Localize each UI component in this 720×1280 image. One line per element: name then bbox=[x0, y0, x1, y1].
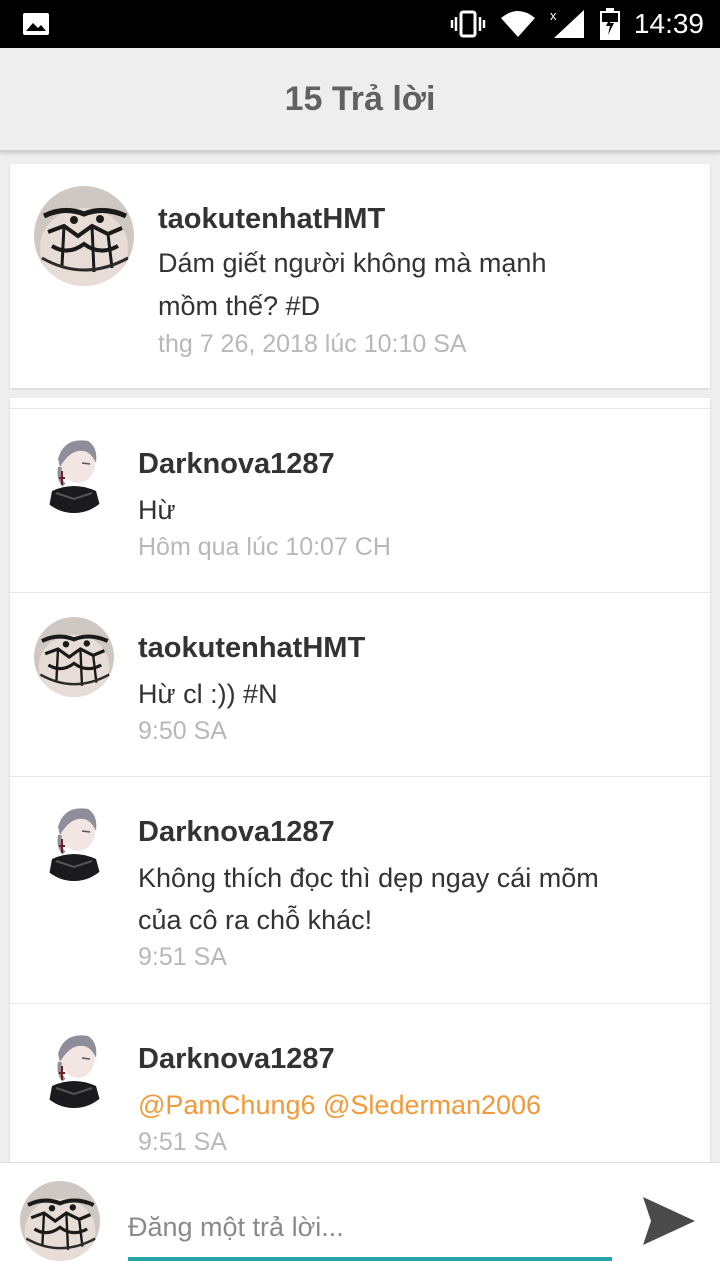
replies-list[interactable]: Darknova1287 Hừ Hôm qua lúc 10:07 CH tao… bbox=[10, 398, 710, 1162]
wifi-icon bbox=[500, 10, 536, 38]
signal-icon: x bbox=[550, 8, 586, 40]
reply-item: taokutenhatHMT Hừ cl :)) #N 9:50 SA bbox=[10, 592, 710, 776]
reply-message: @PamChung6 @Slederman2006 bbox=[138, 1084, 678, 1126]
send-icon bbox=[643, 1197, 695, 1245]
timestamp: Hôm qua lúc 10:07 CH bbox=[138, 533, 391, 561]
timestamp: 9:51 SA bbox=[138, 943, 227, 971]
avatar[interactable] bbox=[34, 801, 114, 881]
app-header: 15 Trả lời bbox=[0, 48, 720, 152]
username[interactable]: Darknova1287 bbox=[138, 815, 678, 849]
post-message: Dám giết người không mà mạnh mồm thế? #D bbox=[158, 242, 578, 328]
vibrate-icon bbox=[450, 10, 486, 38]
message-line: Dám giết người không mà mạnh bbox=[158, 248, 547, 278]
reply-message: Hừ bbox=[138, 489, 678, 531]
compose-bar bbox=[0, 1162, 720, 1280]
reply-item: Darknova1287 Hừ Hôm qua lúc 10:07 CH bbox=[10, 408, 710, 592]
message-line: Không thích đọc thì dẹp ngay cái mõm bbox=[138, 863, 599, 893]
reply-message: Hừ cl :)) #N bbox=[138, 673, 678, 715]
username[interactable]: taokutenhatHMT bbox=[158, 202, 578, 236]
send-button[interactable] bbox=[636, 1191, 702, 1251]
message-line: Hừ bbox=[138, 495, 176, 525]
message-line: của cô ra chỗ khác! bbox=[138, 905, 373, 935]
reply-item: Darknova1287 Không thích đọc thì dẹp nga… bbox=[10, 776, 710, 1003]
avatar[interactable] bbox=[34, 617, 114, 697]
status-bar: x 14:39 bbox=[0, 0, 720, 48]
timestamp: 9:51 SA bbox=[138, 1128, 227, 1156]
avatar[interactable] bbox=[34, 433, 114, 513]
reply-input[interactable] bbox=[128, 1197, 612, 1261]
reply-message: Không thích đọc thì dẹp ngay cái mõm của… bbox=[138, 857, 678, 941]
page-title: 15 Trả lời bbox=[284, 79, 436, 118]
message-line: Hừ cl :)) #N bbox=[138, 679, 278, 709]
battery-icon bbox=[599, 8, 620, 40]
username[interactable]: Darknova1287 bbox=[138, 447, 678, 481]
reply-item: Darknova1287 @PamChung6 @Slederman2006 9… bbox=[10, 1003, 710, 1162]
timestamp: 9:50 SA bbox=[138, 717, 227, 745]
avatar[interactable] bbox=[34, 186, 134, 286]
timestamp: thg 7 26, 2018 lúc 10:10 SA bbox=[158, 330, 467, 358]
avatar[interactable] bbox=[34, 1028, 114, 1108]
message-line: mồm thế? #D bbox=[158, 291, 321, 321]
mention-link[interactable]: @PamChung6 @Slederman2006 bbox=[138, 1090, 541, 1120]
svg-text:x: x bbox=[550, 8, 557, 23]
status-time: 14:39 bbox=[633, 8, 704, 39]
username[interactable]: Darknova1287 bbox=[138, 1042, 678, 1076]
image-icon bbox=[22, 12, 50, 36]
avatar bbox=[20, 1181, 100, 1261]
username[interactable]: taokutenhatHMT bbox=[138, 631, 678, 665]
original-post: taokutenhatHMT Dám giết người không mà m… bbox=[10, 164, 710, 388]
